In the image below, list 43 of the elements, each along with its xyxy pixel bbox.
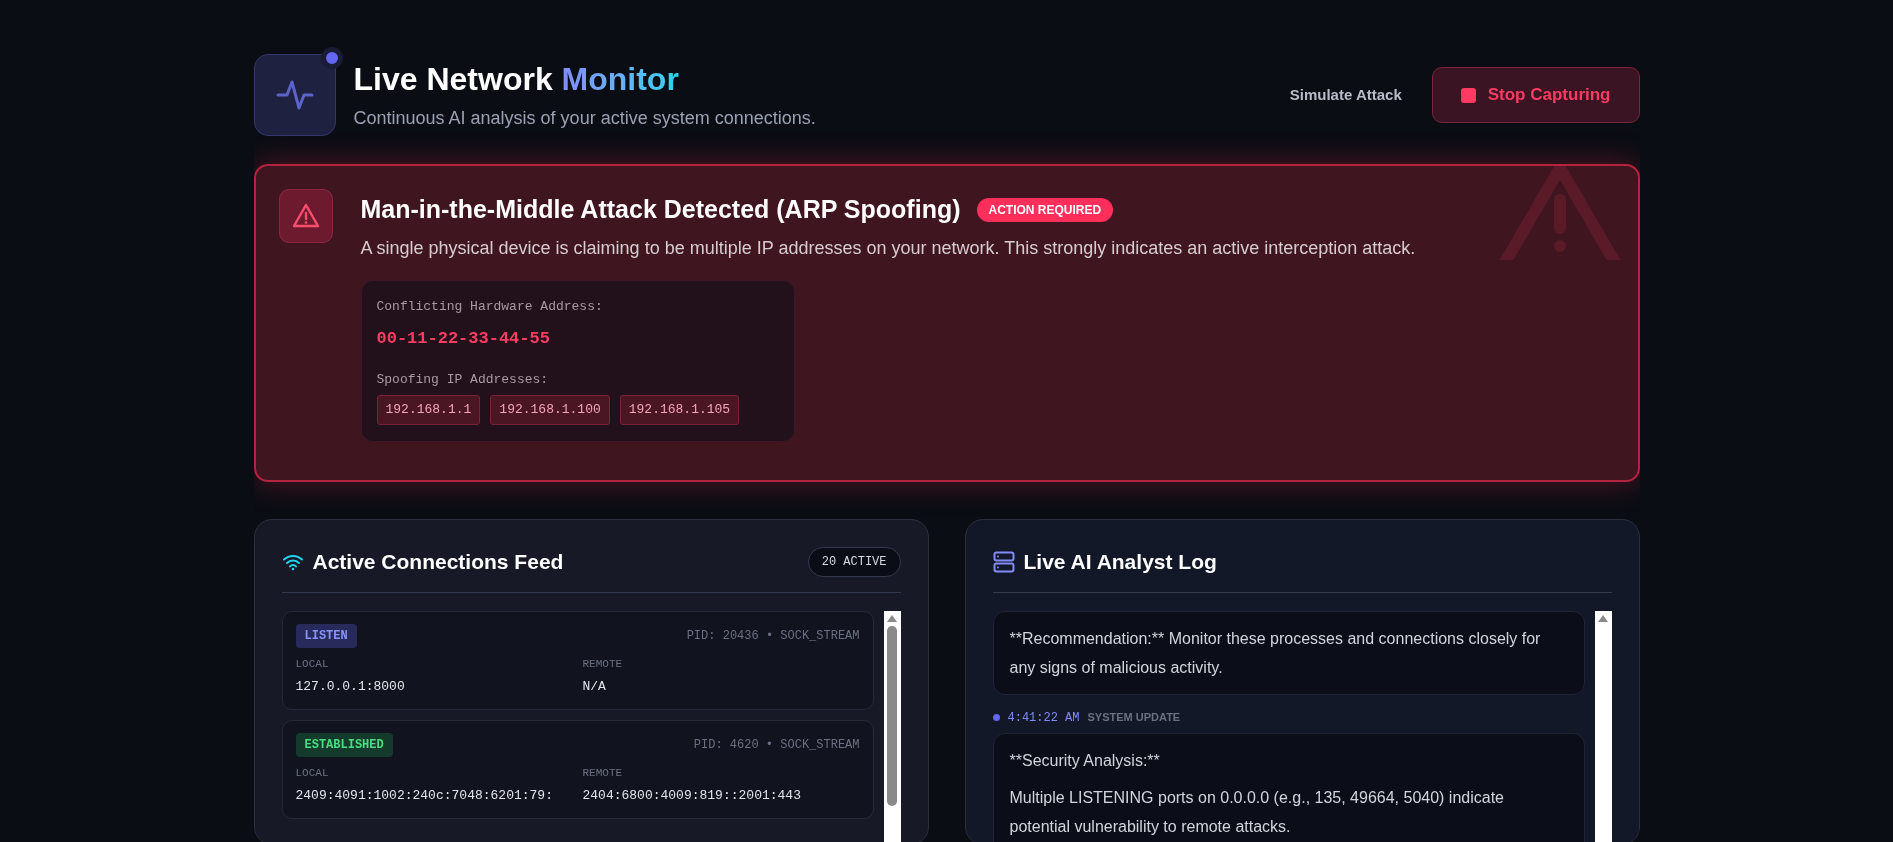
simulate-attack-button[interactable]: Simulate Attack	[1287, 83, 1404, 107]
hardware-address-label: Conflicting Hardware Address:	[376, 297, 604, 316]
scrollbar[interactable]	[883, 610, 901, 842]
scroll-up-arrow-icon[interactable]	[887, 614, 897, 622]
active-count-badge: 20 ACTIVE	[807, 546, 901, 577]
wifi-icon	[281, 552, 304, 571]
log-text: **Recommendation:** Monitor these processes and connections closely for any signs of malicious activity.	[1009, 628, 1542, 678]
ip-address-tag: 192.168.1.1	[376, 395, 481, 425]
remote-label: REMOTE	[582, 656, 624, 672]
scrollbar[interactable]	[1594, 610, 1612, 842]
local-label: LOCAL	[295, 765, 330, 781]
panel-title: Active Connections Feed	[312, 549, 564, 575]
remote-address: N/A	[582, 678, 607, 696]
panel-title: Live AI Analyst Log	[1023, 549, 1217, 575]
pulse-icon	[275, 78, 314, 112]
log-text: **Security Analysis:**	[1009, 750, 1161, 771]
server-icon	[992, 550, 1015, 573]
process-info: PID: 20436 • SOCK_STREAM	[686, 627, 860, 645]
remote-label: REMOTE	[582, 765, 624, 781]
scroll-up-arrow-icon[interactable]	[1598, 614, 1608, 622]
alert-description: A single physical device is claiming to be multiple IP addresses on your network. This strongly indicates an active interception attack.	[360, 236, 1416, 260]
remote-address: 2404:6800:4009:819::2001:443	[582, 787, 802, 805]
action-required-badge: ACTION REQUIRED	[976, 197, 1114, 222]
process-info: PID: 4620 • SOCK_STREAM	[693, 736, 860, 754]
connection-status-badge: ESTABLISHED	[295, 732, 393, 757]
hardware-address: 00-11-22-33-44-55	[376, 328, 551, 350]
local-label: LOCAL	[295, 656, 330, 672]
warning-icon	[291, 203, 320, 229]
spoofing-ip-label: Spoofing IP Addresses:	[376, 370, 550, 389]
local-address: 127.0.0.1:8000	[295, 678, 406, 696]
scrollbar-thumb[interactable]	[887, 625, 897, 806]
log-tag: SYSTEM UPDATE	[1087, 709, 1181, 726]
ip-address-tag: 192.168.1.105	[619, 395, 740, 425]
alert-title: Man-in-the-Middle Attack Detected (ARP Spoofing)	[360, 194, 961, 225]
ip-address-tag: 192.168.1.100	[490, 395, 610, 425]
stop-icon	[1460, 87, 1476, 103]
stop-capturing-button[interactable]: Stop Capturing	[1431, 67, 1640, 123]
app-subtitle: Continuous AI analysis of your active system connections.	[353, 106, 816, 130]
log-timestamp: 4:41:22 AM	[1007, 709, 1080, 727]
connection-status-badge: LISTEN	[295, 623, 357, 648]
log-text: Multiple LISTENING ports on 0.0.0.0 (e.g., 135, 49664, 5040) indicate potential vulnerability to remote attacks.	[1009, 787, 1505, 837]
local-address: 2409:4091:1002:240c:7048:6201:79:	[295, 787, 554, 805]
app-title: Live Network Monitor	[353, 59, 680, 99]
